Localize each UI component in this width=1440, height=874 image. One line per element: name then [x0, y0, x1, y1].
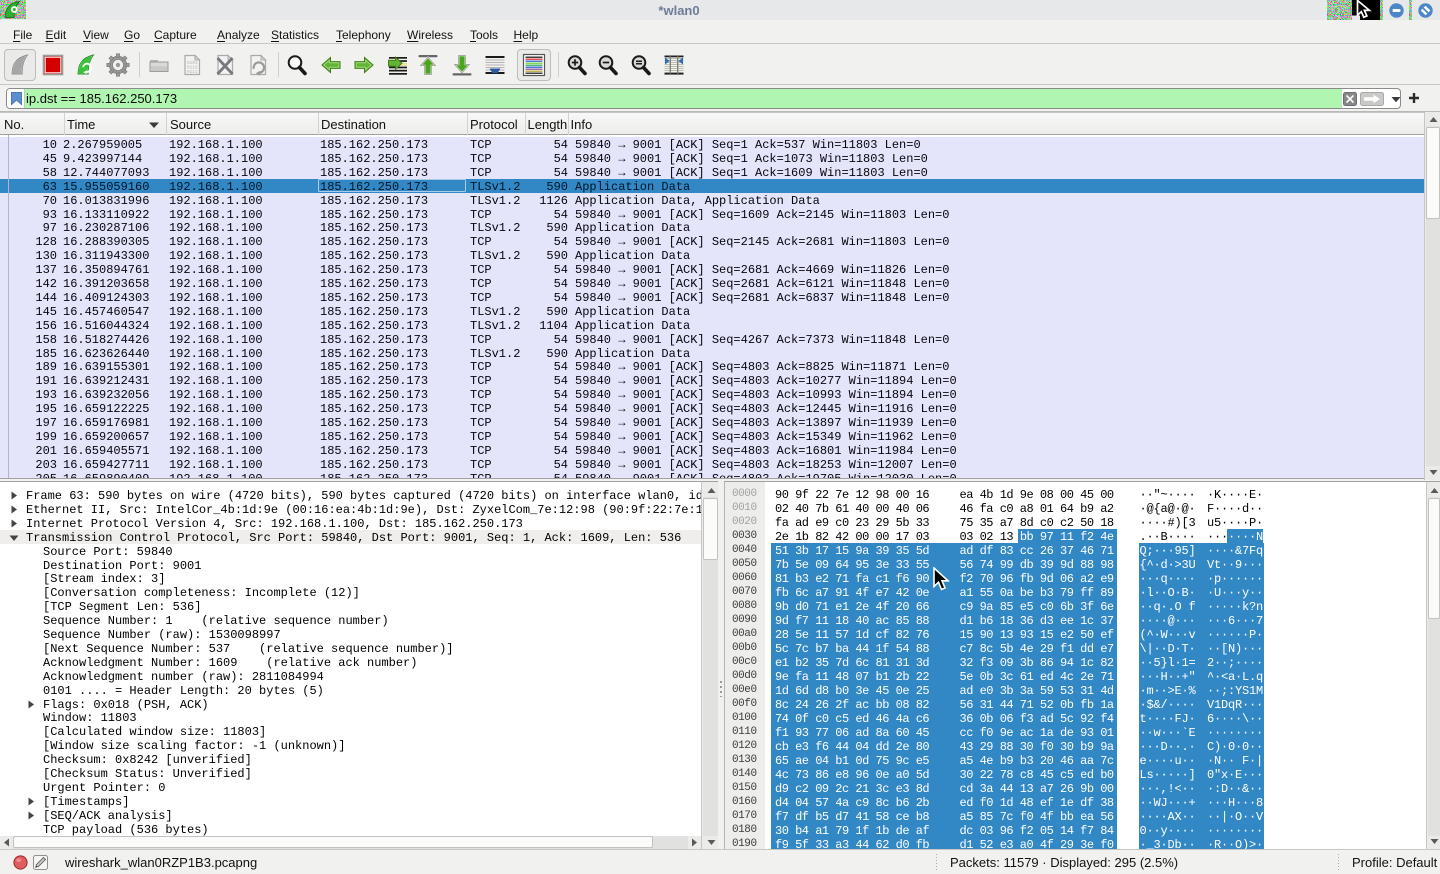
- svg-text:0111: 0111: [187, 70, 198, 75]
